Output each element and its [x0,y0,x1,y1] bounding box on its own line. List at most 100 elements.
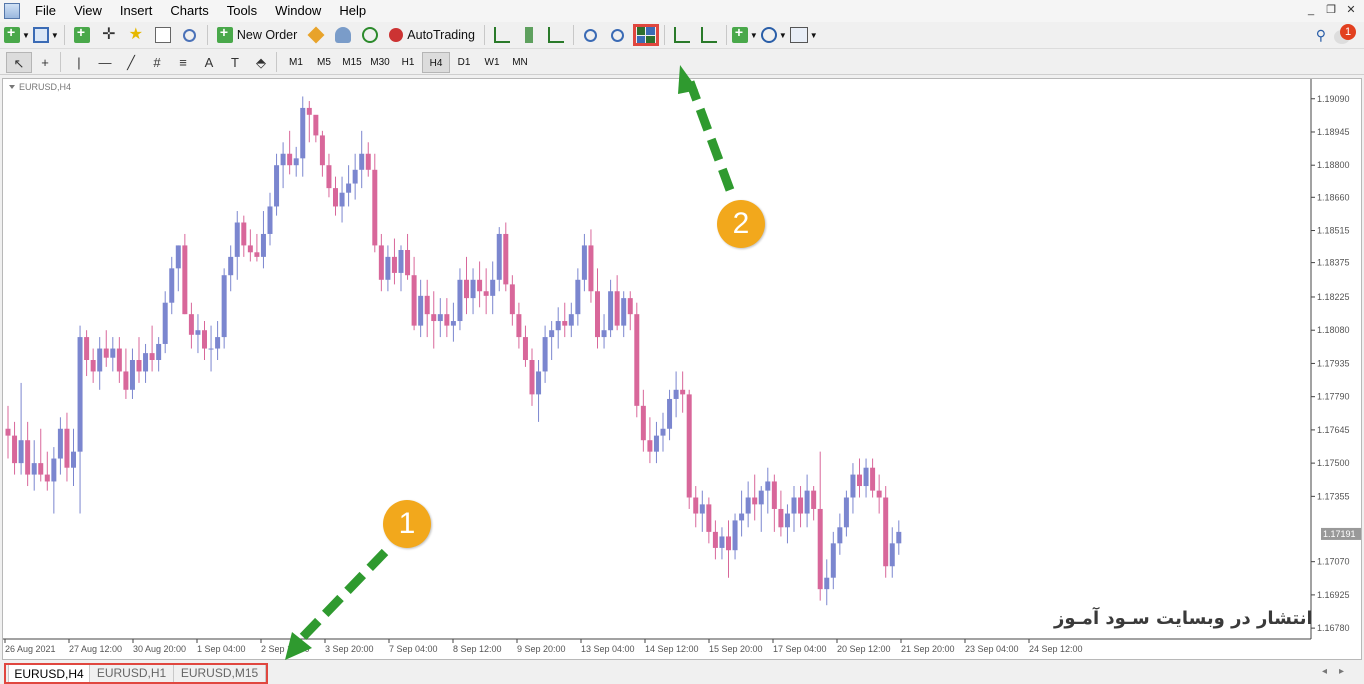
navigator-button[interactable]: ★ [124,24,148,46]
new-chart-icon [4,24,20,43]
candle-body [693,497,699,514]
menu-file[interactable]: File [26,0,65,22]
timeframe-mn[interactable]: MN [506,52,534,73]
timeframe-w1[interactable]: W1 [478,52,506,73]
timeframe-m30[interactable]: M30 [366,52,394,73]
market-watch-button[interactable] [70,24,94,46]
profiles-button[interactable]: ▼ [32,24,59,46]
autoscroll-icon [700,27,717,43]
candle-body [51,458,57,482]
menu-help[interactable]: Help [330,0,375,22]
candle-body [208,348,214,350]
candle-body [241,222,247,246]
timeframe-m15[interactable]: M15 [338,52,366,73]
candle-body [647,440,653,452]
zoom-out-button[interactable] [606,24,630,46]
indicators-button[interactable]: ▼ [731,24,758,46]
text-tool[interactable]: A [196,52,222,73]
arrows-tool[interactable]: ⬘ [248,52,274,73]
candle-body [791,497,797,514]
time-tick-label: 13 Sep 04:00 [581,644,635,654]
periods-button[interactable]: ▼ [760,24,787,46]
trendline-tool[interactable]: ╱ [118,52,144,73]
candle-body [339,192,345,207]
menu-charts[interactable]: Charts [161,0,217,22]
close-button[interactable]: ✕ [1342,2,1360,18]
person-icon [335,27,352,43]
templates-button[interactable]: ▼ [789,24,818,46]
candle-body [254,252,260,257]
chart-shift-icon [673,27,690,43]
autoscroll-button[interactable] [697,24,721,46]
candle-body [680,389,686,395]
market-button[interactable] [358,24,382,46]
terminal-button[interactable] [151,24,175,46]
zoom-in-button[interactable] [579,24,603,46]
candle-body [595,291,600,338]
candle-body [84,337,90,360]
fibonacci-tool[interactable]: ≡ [170,52,196,73]
new-chart-button[interactable]: ▼ [4,24,30,46]
candlestick-chart[interactable]: 1.19090 1.18945 1.18800 1.18660 1.18515 1.183… [3,79,1361,659]
meta-editor-button[interactable] [304,24,328,46]
line-chart-icon [547,27,564,43]
search-icon[interactable]: ⚲ [1316,27,1326,44]
timeframe-m5[interactable]: M5 [310,52,338,73]
text-label-tool[interactable]: T [222,52,248,73]
candle-body [221,275,227,338]
channel-tool[interactable]: # [144,52,170,73]
strategy-tester-button[interactable] [178,24,202,46]
timeframe-d1[interactable]: D1 [450,52,478,73]
candle-body [116,348,122,372]
line-chart-button[interactable] [544,24,568,46]
candle-body [542,337,548,372]
candle-body [608,291,614,331]
candle-body [784,513,790,528]
candle-body [824,577,830,590]
timeframe-h1[interactable]: H1 [394,52,422,73]
price-tick-label: 1.18515 [1317,226,1350,236]
candle-body [653,435,659,452]
candle-body [247,245,253,253]
restore-button[interactable]: ❐ [1322,2,1340,18]
tile-windows-button[interactable] [632,24,659,46]
chart-window[interactable]: 1.19090 1.18945 1.18800 1.18660 1.18515 1.183… [2,78,1362,660]
candle-body [450,321,456,326]
menu-view[interactable]: View [65,0,111,22]
candle-body [215,337,221,349]
timeframe-h4[interactable]: H4 [422,51,450,73]
tab-scroll-arrows[interactable]: ◂▸ [1322,666,1356,677]
candle-body [405,250,411,276]
candle-body [431,314,437,322]
price-tick-label: 1.18800 [1317,160,1350,170]
candle-body [31,463,37,475]
vertical-line-tool[interactable]: | [66,52,92,73]
candle-body [391,256,397,273]
minimize-button[interactable]: _ [1302,2,1320,18]
tabs-highlight-box [4,663,268,684]
notifications-button[interactable]: 1 [1334,24,1356,46]
menu-insert[interactable]: Insert [111,0,162,22]
toolbar-separator [60,52,61,72]
price-tick-label: 1.16780 [1317,623,1350,633]
candle-body [418,295,424,326]
candle-chart-button[interactable] [517,24,541,46]
chart-shift-button[interactable] [670,24,694,46]
candle-body [863,467,869,487]
signals-button[interactable] [331,24,355,46]
timeframe-m1[interactable]: M1 [282,52,310,73]
autotrading-button[interactable]: AutoTrading [385,24,479,46]
candle-body [326,165,332,189]
data-window-button[interactable]: ✛ [97,24,121,46]
new-order-button[interactable]: New Order [213,24,301,46]
price-tick-label: 1.18660 [1317,192,1350,202]
menu-tools[interactable]: Tools [218,0,266,22]
crosshair-tool[interactable]: + [32,52,58,73]
candle-body [162,302,168,344]
cursor-tool[interactable]: ↖ [6,51,32,73]
menu-window[interactable]: Window [266,0,330,22]
chart-dropdown-icon[interactable] [9,85,15,89]
horizontal-line-tool[interactable]: — [92,52,118,73]
bar-chart-button[interactable] [490,24,514,46]
candle-body [830,543,836,578]
